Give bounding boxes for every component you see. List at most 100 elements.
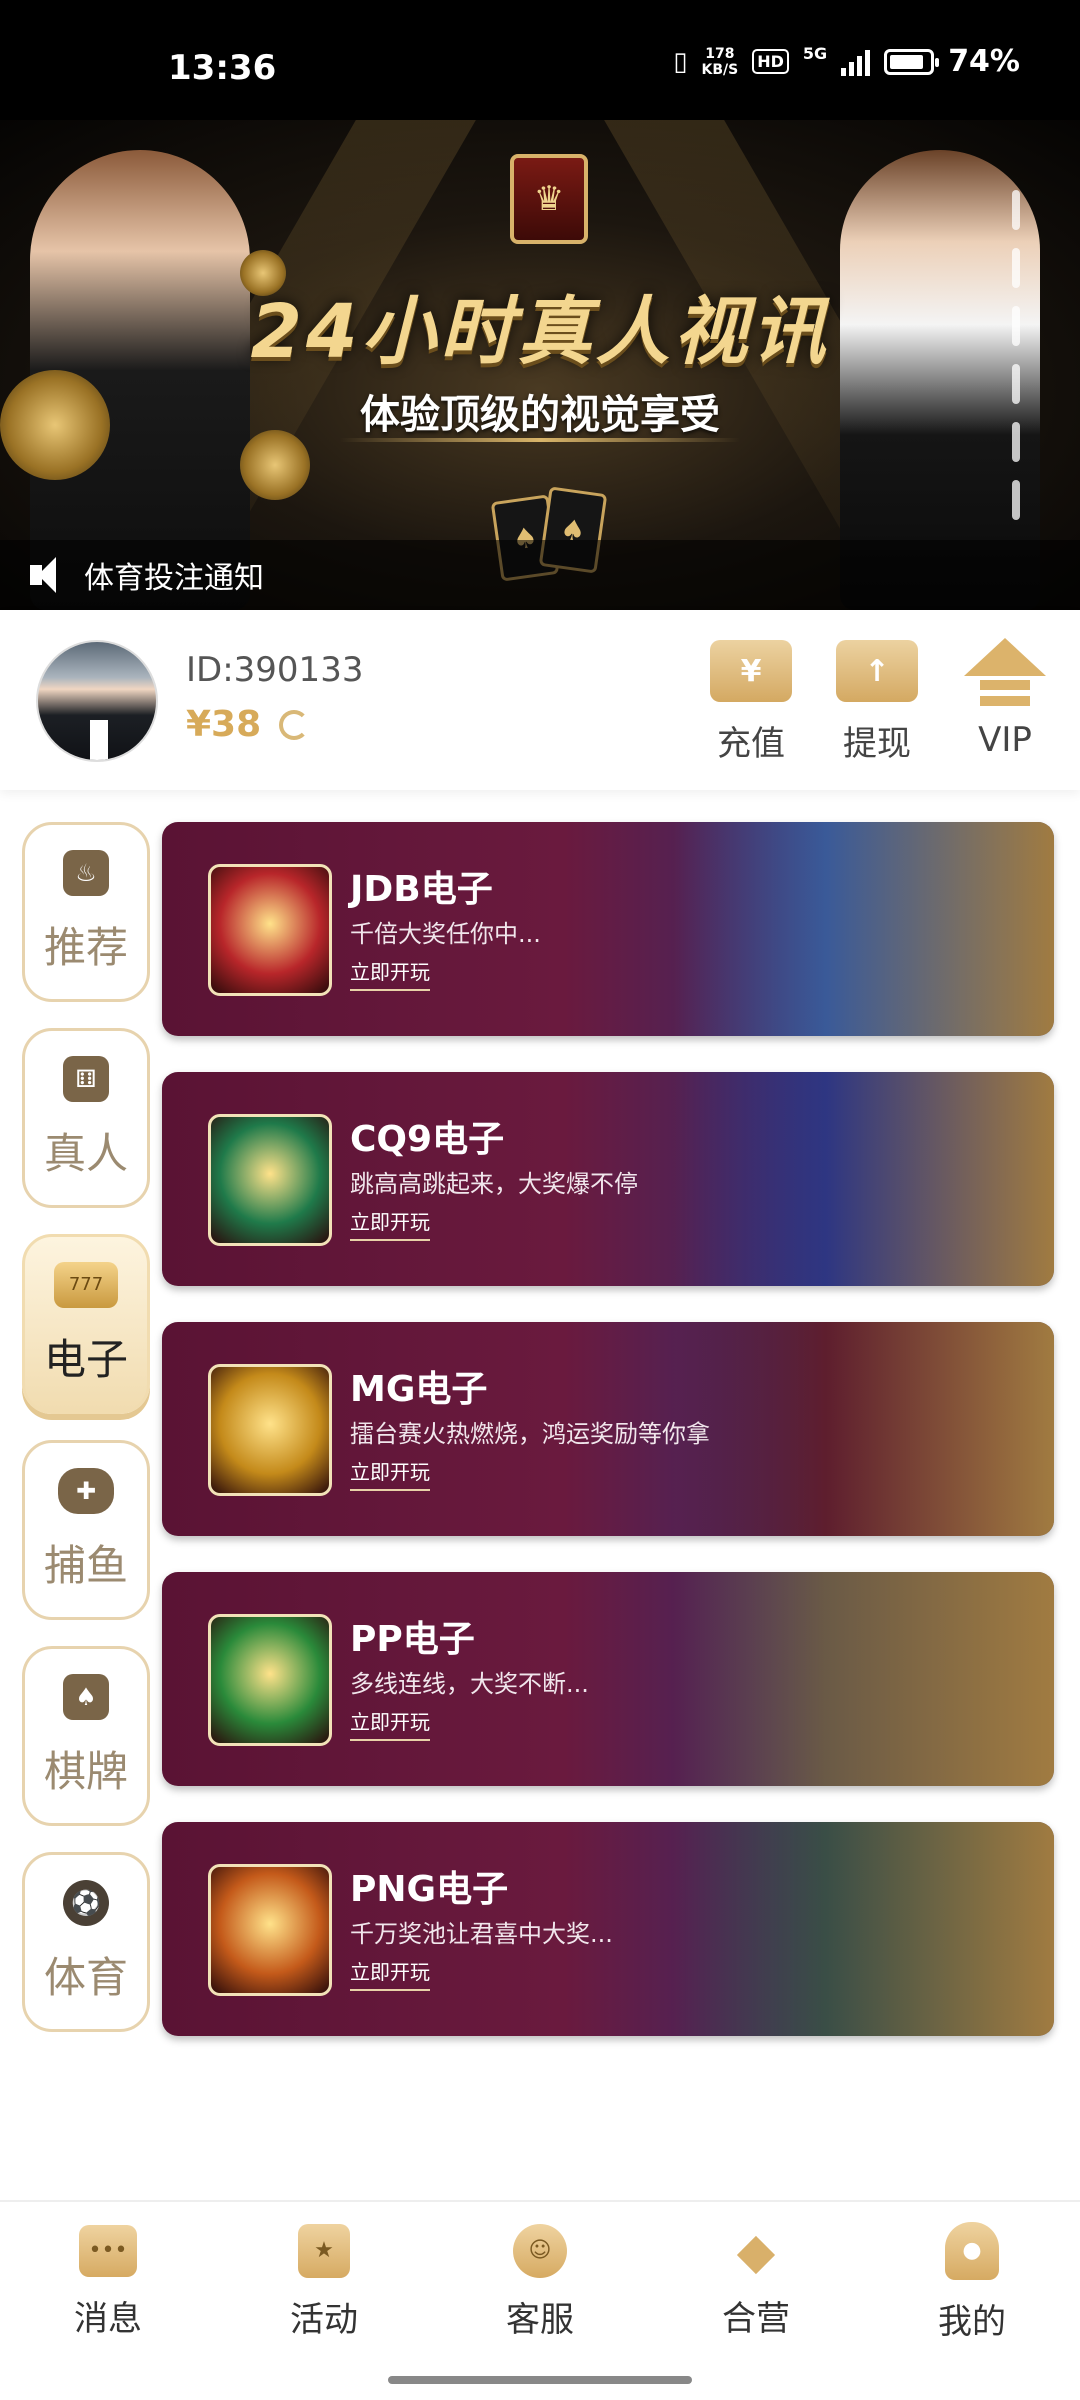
tab-sports[interactable]: ⚽ 体育 — [22, 1852, 150, 2032]
soccer-ball-icon: ⚽ — [63, 1879, 109, 1926]
game-thumbnail — [208, 1364, 332, 1496]
network-speed: 178 KB/S — [702, 46, 739, 78]
casino-crest-logo: ♛ — [510, 154, 588, 244]
game-card-png[interactable]: PNG电子 千万奖池让君喜中大奖... 立即开玩 — [162, 1822, 1054, 2036]
nav-label: 合营 — [722, 2298, 790, 2339]
banner-title: 24小时真人视讯 — [250, 289, 830, 375]
play-now-link[interactable]: 立即开玩 — [350, 1956, 430, 1991]
tab-cards[interactable]: ♠ 棋牌 — [22, 1646, 150, 1826]
customer-service-icon: ☺ — [513, 2223, 567, 2278]
play-now-link[interactable]: 立即开玩 — [350, 1206, 430, 1241]
refresh-icon[interactable] — [279, 709, 310, 740]
game-description: 擂台赛火热燃烧，鸿运奖励等你拿 — [350, 1420, 710, 1448]
banner-page-dot[interactable] — [1012, 422, 1020, 462]
banner-page-dot[interactable] — [1012, 364, 1020, 404]
promo-banner[interactable]: ♠ ♠ ♛ 24小时真人视讯 体验顶级的视觉享受 体育投注通知 — [0, 120, 1080, 610]
hd-badge: HD — [752, 49, 789, 74]
vip-button[interactable]: VIP — [950, 638, 1060, 760]
vibrate-icon: ▯ — [673, 46, 688, 77]
tab-label: 捕鱼 — [43, 1540, 128, 1590]
vip-label: VIP — [978, 720, 1032, 760]
tab-fishing[interactable]: ✚ 捕鱼 — [22, 1440, 150, 1620]
slot-machine-icon: 777 — [54, 1261, 118, 1308]
banner-page-dot[interactable] — [1012, 480, 1020, 520]
banner-pagination[interactable] — [1012, 190, 1020, 520]
nav-messages[interactable]: ••• 消息 — [0, 2202, 216, 2362]
tab-label: 推荐 — [43, 922, 128, 972]
tab-label: 体育 — [43, 1952, 128, 2002]
game-card-jdb[interactable]: JDB电子 千倍大奖任你中... 立即开玩 — [162, 822, 1054, 1036]
status-time: 13:36 — [168, 48, 277, 88]
tab-slots[interactable]: 777 电子 — [22, 1234, 150, 1414]
status-bar: 13:36 ▯ 178 KB/S HD 5G 74% — [0, 0, 1080, 120]
withdraw-button[interactable]: ↑ 提现 — [822, 630, 932, 765]
game-art — [674, 1072, 1054, 1286]
game-description: 跳高高跳起来，大奖爆不停 — [350, 1170, 638, 1198]
deposit-label: 充值 — [717, 724, 785, 764]
message-icon: ••• — [79, 2224, 137, 2277]
nav-partnership[interactable]: ◆ 合营 — [648, 2202, 864, 2362]
diamond-icon: ◆ — [736, 2221, 776, 2280]
nav-label: 客服 — [506, 2299, 574, 2340]
game-art — [674, 1322, 1054, 1536]
avatar[interactable] — [36, 640, 158, 762]
notice-bar[interactable]: 体育投注通知 — [0, 540, 1080, 610]
game-thumbnail — [208, 1864, 332, 1996]
gift-icon: ★ — [298, 2223, 350, 2278]
nav-support[interactable]: ☺ 客服 — [432, 2202, 648, 2362]
deposit-button[interactable]: ¥ 充值 — [696, 630, 806, 765]
game-description: 多线连线，大奖不断... — [350, 1670, 589, 1698]
network-speed-unit: KB/S — [701, 61, 739, 78]
game-description: 千倍大奖任你中... — [350, 920, 541, 948]
game-thumbnail — [208, 1614, 332, 1746]
tab-live[interactable]: ⚅ 真人 — [22, 1028, 150, 1208]
banner-page-dot[interactable] — [1012, 306, 1020, 346]
game-thumbnail — [208, 864, 332, 996]
user-id: ID:390133 — [186, 650, 364, 690]
tab-label: 棋牌 — [43, 1746, 128, 1796]
bottom-nav: ••• 消息 ★ 活动 ☺ 客服 ◆ 合营 ● 我的 — [0, 2200, 1080, 2400]
banner-page-dot[interactable] — [1012, 248, 1020, 288]
notice-text: 体育投注通知 — [84, 561, 264, 596]
game-thumbnail — [208, 1114, 332, 1246]
status-icons: ▯ 178 KB/S HD 5G 74% — [673, 44, 1020, 79]
game-art — [674, 1572, 1054, 1786]
play-now-link[interactable]: 立即开玩 — [350, 1456, 430, 1491]
home-indicator[interactable] — [388, 2376, 692, 2384]
balance-row: ¥38 — [186, 704, 310, 745]
banner-underline — [340, 438, 740, 442]
dice-icon: ⚅ — [63, 1055, 109, 1102]
tab-recommended[interactable]: ♨ 推荐 — [22, 822, 150, 1002]
nav-promotions[interactable]: ★ 活动 — [216, 2202, 432, 2362]
game-card-mg[interactable]: MG电子 擂台赛火热燃烧，鸿运奖励等你拿 立即开玩 — [162, 1322, 1054, 1536]
tab-label: 真人 — [43, 1128, 128, 1178]
nav-profile[interactable]: ● 我的 — [864, 2202, 1080, 2362]
game-name: PP电子 — [350, 1619, 475, 1660]
nav-label: 消息 — [74, 2298, 142, 2339]
game-name: JDB电子 — [350, 869, 493, 910]
nav-label: 活动 — [290, 2299, 358, 2340]
gamepad-icon: ✚ — [58, 1467, 114, 1514]
play-now-link[interactable]: 立即开玩 — [350, 956, 430, 991]
banner-subtitle: 体验顶级的视觉享受 — [360, 392, 720, 438]
game-description: 千万奖池让君喜中大奖... — [350, 1920, 613, 1948]
deposit-icon: ¥ — [710, 630, 802, 702]
game-name: CQ9电子 — [350, 1119, 505, 1160]
banner-page-dot[interactable] — [1012, 190, 1020, 230]
game-card-cq9[interactable]: CQ9电子 跳高高跳起来，大奖爆不停 立即开玩 — [162, 1072, 1054, 1286]
spade-card-icon: ♠ — [63, 1673, 109, 1720]
game-art — [674, 822, 1054, 1036]
network-speed-value: 178 — [705, 45, 735, 62]
game-name: PNG电子 — [350, 1869, 509, 1910]
network-type: 5G — [802, 44, 828, 63]
vip-icon — [964, 638, 1046, 708]
speaker-icon — [28, 555, 68, 595]
balance-amount: ¥38 — [186, 704, 262, 745]
avatar-shirt — [90, 720, 108, 760]
play-now-link[interactable]: 立即开玩 — [350, 1706, 430, 1741]
game-card-pp[interactable]: PP电子 多线连线，大奖不断... 立即开玩 — [162, 1572, 1054, 1786]
battery-level — [890, 54, 923, 69]
battery-percent: 74% — [948, 44, 1020, 79]
withdraw-icon: ↑ — [836, 630, 928, 702]
tab-label: 电子 — [43, 1334, 128, 1384]
